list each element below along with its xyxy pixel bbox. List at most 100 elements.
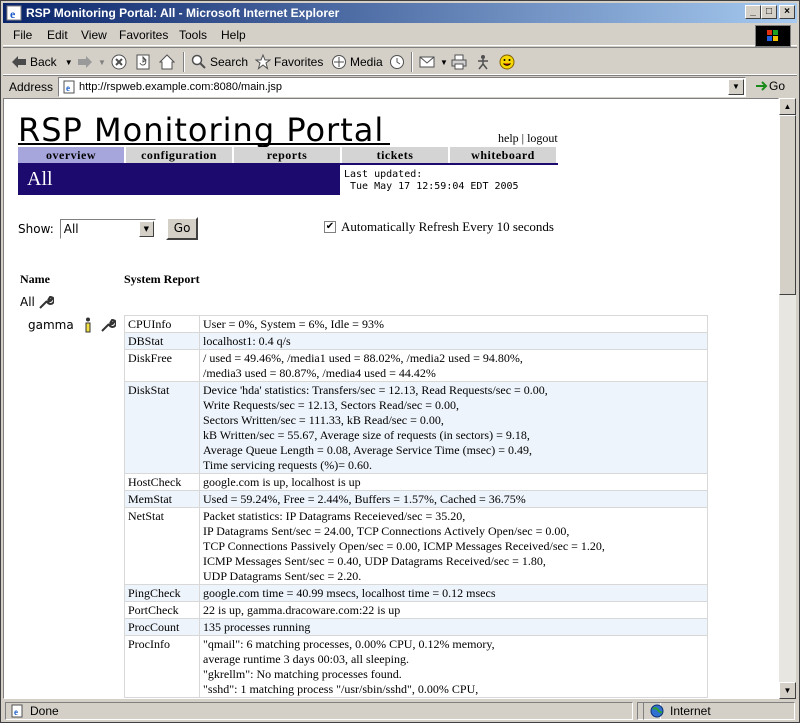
report-value-line: kB Written/sec = 55.67, Average size of …	[203, 428, 530, 442]
auto-refresh-checkbox[interactable]: ✔	[324, 221, 336, 233]
report-value: google.com is up, localhost is up	[199, 473, 708, 491]
mail-button[interactable]: ▼	[419, 53, 448, 71]
report-value-line: / used = 49.46%, /media1 used = 88.02%, …	[203, 351, 523, 365]
vertical-scrollbar[interactable]: ▲ ▼	[779, 98, 796, 699]
report-value-line: google.com time = 40.99 msecs, localhost…	[203, 586, 496, 600]
messenger-button[interactable]	[475, 53, 494, 71]
nav-tabs: overview configuration reports tickets w…	[18, 147, 558, 163]
forward-dropdown-icon[interactable]: ▼	[98, 58, 106, 67]
menu-edit[interactable]: Edit	[47, 28, 68, 42]
report-value: / used = 49.46%, /media1 used = 88.02%, …	[199, 349, 708, 382]
report-value-line: average runtime 3 days 00:03, all sleepi…	[203, 652, 409, 666]
report-key: HostCheck	[124, 473, 200, 491]
current-view-title: All	[18, 163, 340, 195]
search-icon	[191, 54, 206, 69]
column-name-header: Name	[20, 272, 50, 286]
media-label: Media	[350, 55, 383, 69]
show-filter: Show: All ▼ Go	[18, 217, 199, 240]
toolbar-separator	[183, 52, 185, 72]
report-value: google.com time = 40.99 msecs, localhost…	[199, 584, 708, 602]
maximize-button[interactable]: □	[761, 5, 777, 19]
report-row: DiskFree / used = 49.46%, /media1 used = …	[124, 349, 708, 382]
tree-node-gamma[interactable]: gamma	[28, 317, 116, 333]
report-key: PingCheck	[124, 584, 200, 602]
report-value-line: Average Queue Length = 0.08, Average Ser…	[203, 443, 532, 457]
forward-button[interactable]: ▼	[77, 53, 106, 71]
show-label: Show:	[18, 221, 54, 236]
history-button[interactable]	[389, 53, 408, 71]
chevron-down-icon[interactable]: ▼	[138, 220, 154, 237]
back-dropdown-icon[interactable]: ▼	[65, 58, 73, 67]
report-value: Used = 59.24%, Free = 2.44%, Buffers = 1…	[199, 490, 708, 508]
report-row: ProcCount 135 processes running	[124, 618, 708, 636]
show-go-button[interactable]: Go	[165, 217, 199, 240]
media-button[interactable]: Media	[331, 53, 383, 71]
menu-favorites[interactable]: Favorites	[119, 28, 168, 42]
show-select[interactable]: All ▼	[59, 218, 156, 239]
favorites-button[interactable]: Favorites	[255, 53, 323, 71]
home-button[interactable]	[159, 53, 178, 71]
report-row: PingCheck google.com time = 40.99 msecs, …	[124, 584, 708, 602]
media-icon	[332, 55, 346, 69]
report-key: DiskFree	[124, 349, 200, 382]
last-updated-label: Last updated:	[344, 169, 423, 180]
report-value-line: TCP Connections Passively Open/sec = 0.0…	[203, 539, 605, 553]
report-value-line: UDP Datagrams Sent/sec = 2.20.	[203, 569, 362, 583]
report-key: MemStat	[124, 490, 200, 508]
help-link[interactable]: help	[498, 131, 519, 145]
refresh-button[interactable]	[135, 53, 154, 71]
back-button[interactable]: Back ▼	[11, 53, 73, 71]
back-label: Back	[30, 55, 57, 69]
report-value-line: IP Datagrams Sent/sec = 24.00, TCP Conne…	[203, 524, 570, 538]
smiley-button[interactable]	[499, 53, 518, 71]
scroll-up-icon[interactable]: ▲	[779, 98, 796, 115]
address-input[interactable]	[79, 80, 719, 94]
menu-view[interactable]: View	[81, 28, 107, 42]
report-value-line: 22 is up, gamma.dracoware.com:22 is up	[203, 603, 401, 617]
tab-reports[interactable]: reports	[234, 147, 342, 163]
print-button[interactable]	[451, 53, 470, 71]
report-value: Device 'hda' statistics: Transfers/sec =…	[199, 381, 708, 474]
go-button[interactable]: Go	[755, 79, 785, 93]
report-value-line: google.com is up, localhost is up	[203, 475, 361, 489]
wrench-icon[interactable]	[38, 294, 54, 310]
menu-file[interactable]: File	[13, 28, 32, 42]
tab-overview[interactable]: overview	[18, 147, 126, 163]
report-value: User = 0%, System = 6%, Idle = 93%	[199, 315, 708, 333]
address-dropdown-icon[interactable]: ▼	[728, 79, 744, 95]
close-button[interactable]: ×	[779, 5, 795, 19]
report-value-line: 135 processes running	[203, 620, 311, 634]
scroll-thumb[interactable]	[779, 115, 796, 295]
logout-link[interactable]: logout	[527, 131, 558, 145]
home-icon	[159, 54, 175, 70]
auto-refresh: ✔ Automatically Refresh Every 10 seconds	[324, 219, 554, 235]
tab-tickets[interactable]: tickets	[342, 147, 450, 163]
tree-node-all[interactable]: All	[20, 294, 54, 310]
menu-help[interactable]: Help	[221, 28, 246, 42]
page-viewport: RSP Monitoring Portal help | logout over…	[3, 98, 779, 699]
tree-node-gamma-label: gamma	[28, 318, 74, 332]
tab-whiteboard[interactable]: whiteboard	[450, 147, 558, 163]
search-button[interactable]: Search	[191, 53, 248, 71]
stop-icon	[111, 54, 127, 70]
stop-button[interactable]	[111, 53, 130, 71]
info-icon[interactable]	[84, 317, 92, 333]
report-row: ProcInfo "qmail": 6 matching processes, 0…	[124, 635, 708, 698]
report-key: ProcInfo	[124, 635, 200, 698]
status-text: Done	[30, 704, 59, 718]
print-icon	[451, 54, 467, 70]
go-arrow-icon	[756, 81, 768, 91]
tab-configuration[interactable]: configuration	[126, 147, 234, 163]
report-key: DiskStat	[124, 381, 200, 474]
report-row: MemStat Used = 59.24%, Free = 2.44%, Buff…	[124, 490, 708, 508]
menu-tools[interactable]: Tools	[179, 28, 207, 42]
globe-icon	[650, 704, 664, 718]
address-box: e ▼	[58, 77, 746, 97]
svg-text:e: e	[14, 707, 18, 717]
report-key: ProcCount	[124, 618, 200, 636]
scroll-down-icon[interactable]: ▼	[779, 682, 796, 699]
wrench-icon[interactable]	[100, 317, 116, 333]
address-label: Address	[9, 80, 54, 94]
minimize-button[interactable]: _	[745, 5, 761, 19]
mail-dropdown-icon[interactable]: ▼	[440, 58, 448, 67]
